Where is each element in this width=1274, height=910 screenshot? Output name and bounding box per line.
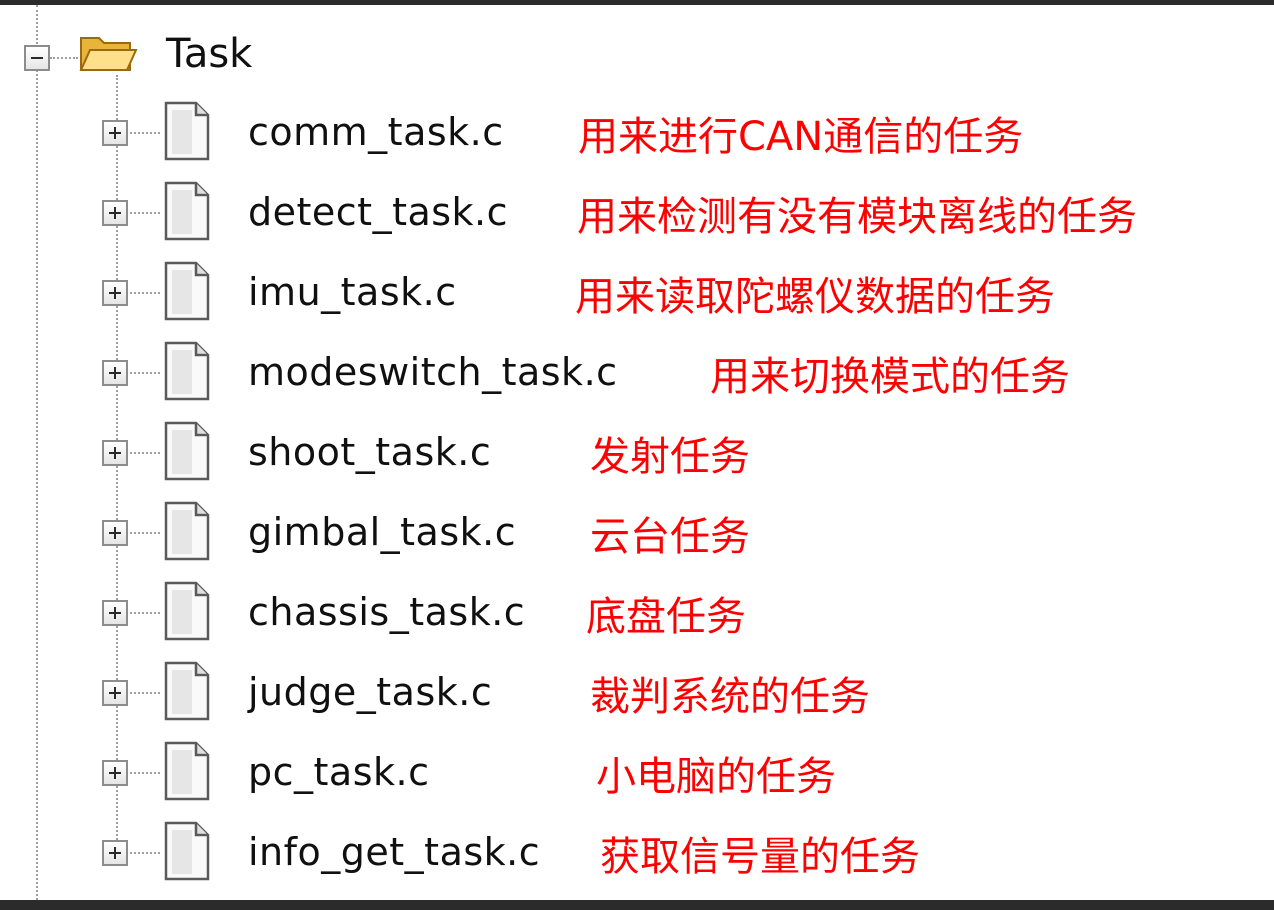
- tree-item-label: gimbal_task.c: [248, 510, 517, 554]
- tree-branch: [130, 692, 160, 694]
- file-icon: [164, 581, 210, 641]
- tree-item-row[interactable]: info_get_task.c 获取信号量的任务: [0, 810, 1274, 890]
- expand-plus-icon[interactable]: [102, 360, 128, 386]
- tree-item-label: modeswitch_task.c: [248, 350, 618, 394]
- tree-item-row[interactable]: imu_task.c 用来读取陀螺仪数据的任务: [0, 250, 1274, 330]
- tree-branch: [130, 612, 160, 614]
- annotation-text: 小电脑的任务: [596, 754, 836, 800]
- tree-item-label: shoot_task.c: [248, 430, 492, 474]
- annotation-text: 获取信号量的任务: [600, 834, 920, 880]
- tree-item-label: detect_task.c: [248, 190, 509, 234]
- expand-plus-icon[interactable]: [102, 120, 128, 146]
- expand-plus-icon[interactable]: [102, 280, 128, 306]
- tree-item-row[interactable]: comm_task.c 用来进行CAN通信的任务: [0, 90, 1274, 170]
- window-bottom-border: [0, 900, 1274, 910]
- folder-open-icon: [79, 37, 138, 71]
- expand-plus-icon[interactable]: [102, 760, 128, 786]
- file-icon: [164, 661, 210, 721]
- tree-branch: [130, 212, 160, 214]
- collapse-minus-icon[interactable]: [24, 45, 50, 71]
- expand-plus-icon[interactable]: [102, 440, 128, 466]
- annotation-text: 用来切换模式的任务: [710, 354, 1070, 400]
- tree-item-row[interactable]: modeswitch_task.c 用来切换模式的任务: [0, 330, 1274, 410]
- tree-root-row[interactable]: Task: [0, 10, 1274, 90]
- tree-branch: [130, 372, 160, 374]
- tree-branch: [130, 772, 160, 774]
- file-icon: [164, 821, 210, 881]
- annotation-text: 裁判系统的任务: [590, 674, 870, 720]
- tree-item-row[interactable]: judge_task.c 裁判系统的任务: [0, 650, 1274, 730]
- expand-plus-icon[interactable]: [102, 200, 128, 226]
- annotation-text: 发射任务: [590, 434, 750, 480]
- project-tree: Task comm_task.c 用来进行CAN通信的任务 detect_task.…: [0, 5, 1274, 900]
- annotation-text: 底盘任务: [586, 594, 746, 640]
- tree-branch: [130, 132, 160, 134]
- file-icon: [164, 101, 210, 161]
- tree-item-label: comm_task.c: [248, 110, 504, 154]
- tree-item-row[interactable]: gimbal_task.c 云台任务: [0, 490, 1274, 570]
- tree-item-label: judge_task.c: [248, 670, 493, 714]
- tree-item-label: imu_task.c: [248, 270, 457, 314]
- annotation-text: 用来检测有没有模块离线的任务: [577, 194, 1137, 240]
- tree-branch: [130, 452, 160, 454]
- file-icon: [164, 341, 210, 401]
- annotation-text: 用来进行CAN通信的任务: [578, 114, 1024, 160]
- tree-item-row[interactable]: detect_task.c 用来检测有没有模块离线的任务: [0, 170, 1274, 250]
- file-icon: [164, 181, 210, 241]
- tree-root-label: Task: [166, 31, 253, 77]
- tree-item-row[interactable]: chassis_task.c 底盘任务: [0, 570, 1274, 650]
- expand-plus-icon[interactable]: [102, 600, 128, 626]
- expand-plus-icon[interactable]: [102, 520, 128, 546]
- tree-item-label: pc_task.c: [248, 750, 430, 794]
- annotation-text: 用来读取陀螺仪数据的任务: [575, 274, 1055, 320]
- annotation-text: 云台任务: [590, 514, 750, 560]
- tree-branch: [130, 292, 160, 294]
- tree-branch: [50, 57, 78, 59]
- expand-plus-icon[interactable]: [102, 840, 128, 866]
- expand-plus-icon[interactable]: [102, 680, 128, 706]
- tree-item-row[interactable]: pc_task.c 小电脑的任务: [0, 730, 1274, 810]
- file-icon: [164, 421, 210, 481]
- tree-item-label: chassis_task.c: [248, 590, 526, 634]
- tree-item-label: info_get_task.c: [248, 830, 541, 874]
- file-icon: [164, 261, 210, 321]
- file-icon: [164, 741, 210, 801]
- file-icon: [164, 501, 210, 561]
- tree-branch: [130, 852, 160, 854]
- tree-branch: [130, 532, 160, 534]
- tree-item-row[interactable]: shoot_task.c 发射任务: [0, 410, 1274, 490]
